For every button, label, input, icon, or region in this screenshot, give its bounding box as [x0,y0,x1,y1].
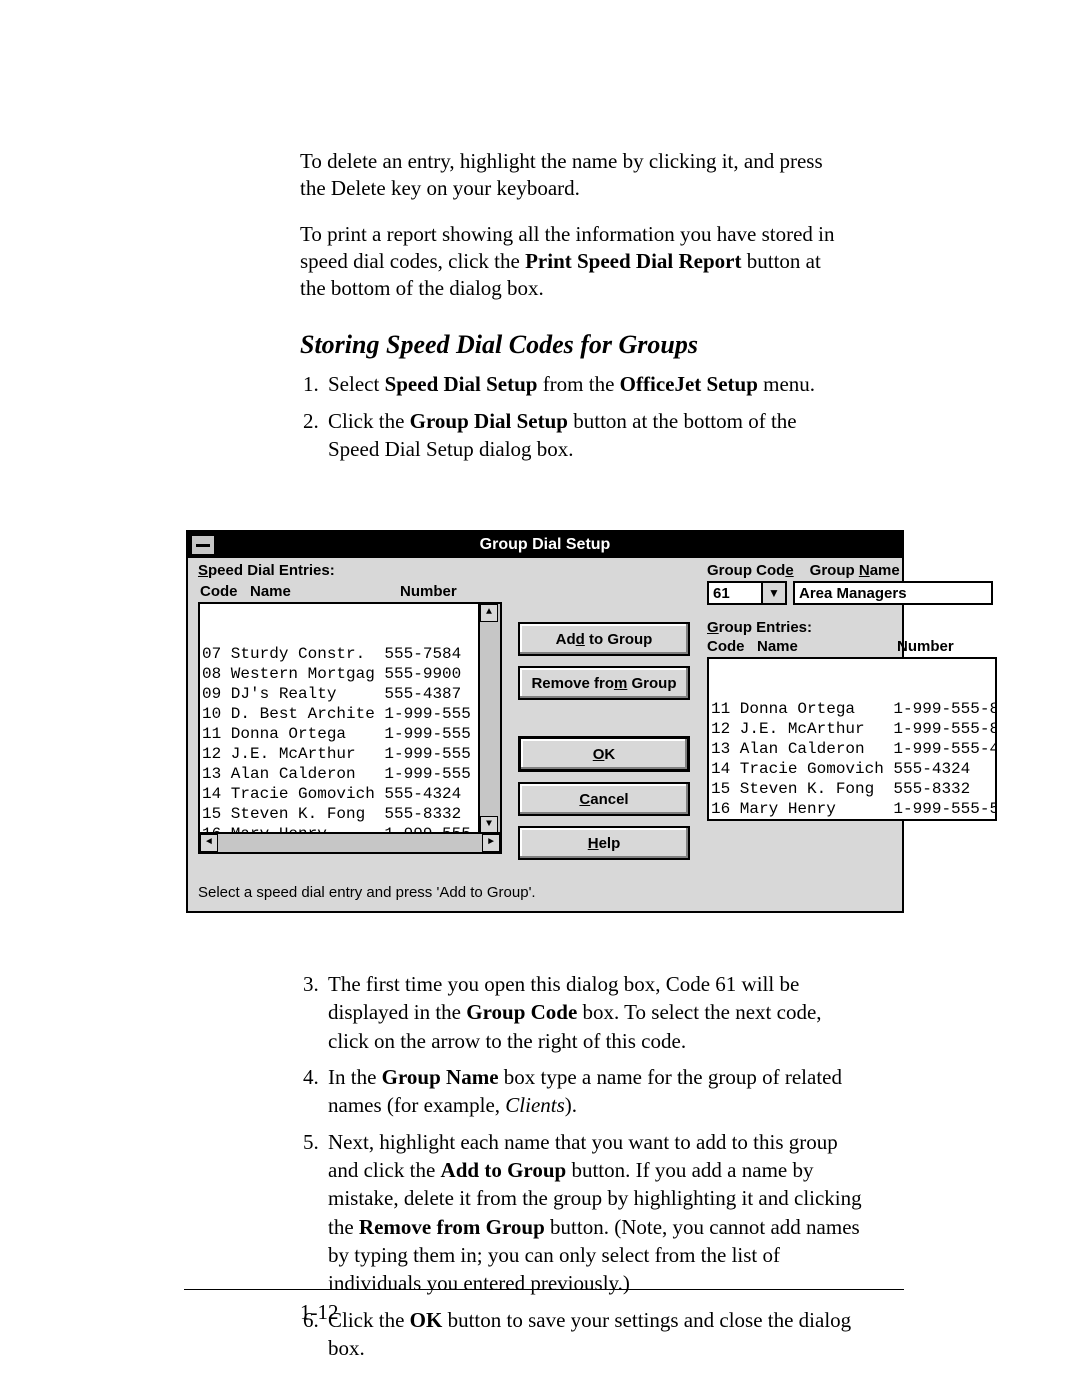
button-name: OK [410,1308,443,1332]
example-text: Clients [505,1093,565,1117]
menu-item-name: Speed Dial Setup [385,372,538,396]
column-header-name: Name [250,583,400,600]
list-item[interactable]: 12 J.E. McArthur 1-999-555 [202,744,498,764]
text-fragment: menu. [758,372,815,396]
list-item[interactable]: 13 Alan Calderon 1-999-555 [202,764,498,784]
group-dial-setup-dialog: Group Dial Setup Speed Dial Entries: Cod… [186,530,904,913]
list-item[interactable]: 15 Steven K. Fong 555-8332 [202,804,498,824]
list-item[interactable]: 15 Steven K. Fong 555-8332 [711,779,993,799]
group-entries-header-row: Code Name Number [707,638,993,655]
section-heading: Storing Speed Dial Codes for Groups [300,330,845,360]
group-entries-listbox[interactable]: 11 Donna Ortega 1-999-555-812 J.E. McArt… [707,657,997,821]
list-item[interactable]: 12 J.E. McArthur 1-999-555-8 [711,719,993,739]
dialog-titlebar: Group Dial Setup [188,532,902,558]
list-item[interactable]: 14 Tracie Gomovich 555-4324 [202,784,498,804]
speed-dial-column: Speed Dial Entries: Code Name Number 07 … [198,562,500,854]
paragraph-delete-entry: To delete an entry, highlight the name b… [300,148,845,203]
add-to-group-button[interactable]: Add to Group [518,622,690,656]
text-fragment: Select [328,372,385,396]
column-header-code: Code [707,638,757,655]
dialog-status-text: Select a speed dial entry and press 'Add… [188,878,902,911]
ok-button[interactable]: OK [518,736,690,772]
scroll-up-icon[interactable]: ▲ [480,604,498,622]
list-item[interactable]: 11 Donna Ortega 1-999-555 [202,724,498,744]
step-3: The first time you open this dialog box,… [324,970,863,1055]
step-6: Click the OK button to save your setting… [324,1306,863,1363]
list-item[interactable]: 09 DJ's Realty 555-4387 [202,684,498,704]
text-fragment: In the [328,1065,382,1089]
group-name-label: Group Name [810,562,900,579]
list-item[interactable]: 08 Western Mortgag 555-9900 [202,664,498,684]
step-1: Select Speed Dial Setup from the OfficeJ… [324,370,845,398]
list-item[interactable]: 11 Donna Ortega 1-999-555-8 [711,699,993,719]
field-name: Group Code [466,1000,577,1024]
scroll-right-icon[interactable]: ► [482,834,500,852]
footer-rule [184,1289,904,1290]
print-speed-dial-report-label: Print Speed Dial Report [525,249,741,273]
list-item[interactable]: 14 Tracie Gomovich 555-4324 [711,759,993,779]
speed-dial-listbox[interactable]: 07 Sturdy Constr. 555-758408 Western Mor… [198,602,502,854]
column-header-number: Number [897,638,993,655]
page-number: 1-12 [300,1300,339,1325]
list-item[interactable]: 13 Alan Calderon 1-999-555-4 [711,739,993,759]
cancel-button[interactable]: Cancel [518,782,690,816]
steps-list-bottom: The first time you open this dialog box,… [300,970,863,1362]
group-code-label: Group Code [707,562,794,579]
paragraph-print-report: To print a report showing all the inform… [300,221,845,303]
steps-list-top: Select Speed Dial Setup from the OfficeJ… [300,370,845,463]
column-header-name: Name [757,638,897,655]
column-header-code: Code [200,583,250,600]
group-code-input[interactable]: 61 [707,581,763,605]
group-entries-label: Group Entries: [707,619,993,636]
group-name-input[interactable]: Area Managers [793,581,993,605]
text-fragment: ). [565,1093,577,1117]
text-fragment: Click the [328,409,410,433]
remove-from-group-button[interactable]: Remove from Group [518,666,690,700]
button-name: Add to Group [441,1158,567,1182]
dialog-screenshot: Group Dial Setup Speed Dial Entries: Cod… [186,530,904,913]
system-menu-icon[interactable] [191,535,215,555]
group-column: Group Code Group Name 61 ▼ Area Managers… [707,562,993,821]
column-header-number: Number [400,583,498,600]
text-fragment: Click the [328,1308,410,1332]
list-item[interactable]: 10 D. Best Archite 1-999-555 [202,704,498,724]
group-code-dropdown-button[interactable]: ▼ [763,581,787,605]
horizontal-scrollbar[interactable]: ◄ ► [200,832,500,852]
button-name: Group Dial Setup [410,409,568,433]
scroll-left-icon[interactable]: ◄ [200,834,218,852]
speed-dial-entries-label: Speed Dial Entries: [198,562,500,579]
dialog-buttons-column: Add to Group Remove from Group OK Cancel… [518,622,690,860]
list-item[interactable]: 07 Sturdy Constr. 555-7584 [202,644,498,664]
document-body-top: To delete an entry, highlight the name b… [300,148,845,472]
text-fragment: from the [537,372,619,396]
step-2: Click the Group Dial Setup button at the… [324,407,845,464]
list-item[interactable]: 16 Mary Henry 1-999-555-5 [711,799,993,819]
step-5: Next, highlight each name that you want … [324,1128,863,1298]
menu-name: OfficeJet Setup [620,372,758,396]
button-name: Remove from Group [359,1215,545,1239]
field-name: Group Name [382,1065,499,1089]
step-4: In the Group Name box type a name for th… [324,1063,863,1120]
dialog-title: Group Dial Setup [480,536,611,553]
help-button[interactable]: Help [518,826,690,860]
document-body-bottom: The first time you open this dialog box,… [300,970,863,1370]
vertical-scrollbar[interactable]: ▲ ▼ [478,604,500,834]
speed-dial-header-row: Code Name Number [198,583,500,600]
